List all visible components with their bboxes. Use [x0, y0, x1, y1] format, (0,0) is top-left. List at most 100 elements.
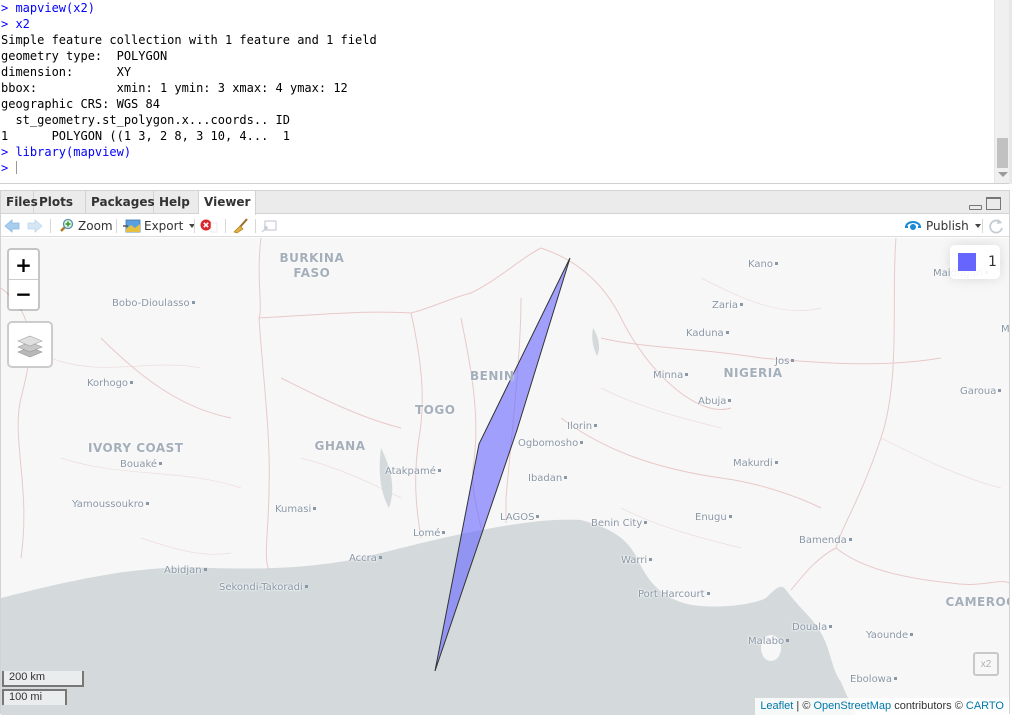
- city-label: Abidjan: [164, 565, 207, 576]
- export-dropdown[interactable]: Export: [123, 215, 196, 237]
- country-label: NIGERIA: [723, 366, 783, 380]
- console-scrollbar-thumb[interactable]: [997, 138, 1008, 168]
- tab-help[interactable]: Help: [154, 191, 199, 214]
- viewer-toolbar: Zoom Export Publish: [1, 215, 1009, 237]
- city-label: Lomé: [413, 528, 445, 539]
- tab-plots[interactable]: Plots: [34, 191, 86, 214]
- city-label: Atakpamé: [385, 466, 441, 477]
- console-prompt[interactable]: >: [1, 160, 377, 176]
- new-window-icon: [261, 220, 277, 233]
- city-label: Kaduna: [686, 328, 729, 339]
- show-in-new-window-button[interactable]: [261, 215, 277, 237]
- console-line: > mapview(x2): [1, 1, 95, 15]
- maximize-pane-button[interactable]: [986, 197, 1001, 210]
- city-label: Makurdi: [733, 458, 778, 469]
- minimize-pane-button[interactable]: [969, 205, 982, 210]
- export-image-icon: [123, 219, 141, 233]
- layers-control-button[interactable]: [7, 321, 53, 368]
- city-label: Accra: [349, 553, 382, 564]
- publish-icon: [905, 221, 921, 230]
- console-line: Simple feature collection with 1 feature…: [1, 33, 377, 47]
- refresh-icon: [989, 219, 1003, 234]
- city-label: Sekondi-Takoradi: [219, 582, 308, 593]
- back-arrow-icon: [4, 219, 20, 233]
- city-label: Abuja: [698, 396, 731, 407]
- console-scrollbar[interactable]: [994, 0, 1009, 183]
- refresh-button[interactable]: [988, 215, 1004, 237]
- city-label: Korhogo: [87, 378, 133, 389]
- clear-all-button[interactable]: [233, 215, 249, 237]
- text-cursor: [16, 161, 18, 174]
- gulf-of-guinea: [1, 519, 856, 715]
- attrib-sep: | ©: [793, 700, 814, 712]
- zoom-in-button[interactable]: +: [9, 250, 38, 279]
- country-label: BURKINA FASO: [279, 251, 345, 280]
- city-label: Zaria: [712, 300, 743, 311]
- city-label: Yamoussoukro: [72, 499, 149, 510]
- city-label: Garoua: [960, 386, 1001, 397]
- city-label: LAGOS: [500, 512, 539, 523]
- city-label: Enugu: [695, 512, 732, 523]
- console-output: > mapview(x2) > x2 Simple feature collecti…: [1, 0, 377, 176]
- scale-bar-mi: 100 mi: [2, 689, 67, 705]
- scroll-down-arrow-icon[interactable]: [998, 172, 1008, 177]
- scale-bar-km: 200 km: [2, 671, 84, 687]
- zoom-control: + −: [7, 248, 40, 311]
- console-line: bbox: xmin: 1 ymin: 3 xmax: 4 ymax: 12: [1, 81, 348, 95]
- export-label: Export: [144, 219, 184, 233]
- attrib-contrib: contributors ©: [891, 700, 966, 712]
- forward-button[interactable]: [27, 215, 43, 237]
- city-label: Kumasi: [275, 504, 316, 515]
- chevron-down-icon: [974, 224, 981, 228]
- broom-icon: [233, 218, 248, 234]
- city-label: Kano: [748, 259, 778, 270]
- console-line: > x2: [1, 17, 30, 31]
- country-label: TOGO: [415, 403, 456, 417]
- city-label: Bouaké: [120, 459, 162, 470]
- zoom-magnifier-icon: [60, 218, 74, 232]
- country-label: IVORY COAST: [88, 441, 184, 455]
- publish-label: Publish: [926, 219, 969, 233]
- city-label: Port Harcourt: [638, 589, 710, 600]
- city-label: Ebolowa: [850, 674, 897, 685]
- console-line: geographic CRS: WGS 84: [1, 97, 160, 111]
- r-console[interactable]: > mapview(x2) > x2 Simple feature collecti…: [0, 0, 1012, 184]
- country-label: CAMEROO: [945, 595, 1010, 609]
- city-label: Bamenda: [799, 535, 852, 546]
- legend-swatch: [958, 253, 976, 271]
- leaflet-map[interactable]: BURKINA FASO BENIN TOGO NIGERIA IVORY COAST G…: [1, 238, 1009, 715]
- osm-link[interactable]: OpenStreetMap: [813, 700, 891, 712]
- basemap: [1, 238, 1009, 715]
- city-label: Ogbomosho: [518, 438, 583, 449]
- city-label: Minna: [653, 370, 688, 381]
- viewer-pane: Files Plots Packages Help Viewer Zoom Ex…: [0, 190, 1010, 715]
- console-line: 1 POLYGON ((1 3, 2 8, 3 10, 4... 1: [1, 129, 290, 143]
- city-label: Bobo-Dioulasso: [112, 298, 195, 309]
- forward-arrow-icon: [27, 219, 43, 233]
- layer-name-control[interactable]: x2: [973, 652, 999, 676]
- clear-viewer-button[interactable]: [200, 215, 218, 237]
- city-label: Ilorin: [567, 421, 597, 432]
- zoom-label: Zoom: [78, 219, 113, 233]
- map-attribution: Leaflet | © OpenStreetMap contributors ©…: [755, 698, 1009, 715]
- legend-label: 1: [988, 254, 997, 270]
- city-label: Benin City: [591, 518, 647, 529]
- tab-packages[interactable]: Packages: [86, 191, 155, 214]
- city-label: Warri: [621, 555, 652, 566]
- back-button[interactable]: [4, 215, 20, 237]
- console-line: st_geometry.st_polygon.x...coords.. ID: [1, 113, 290, 127]
- zoom-button[interactable]: Zoom: [58, 215, 113, 237]
- layers-icon: [17, 335, 43, 357]
- carto-link[interactable]: CARTO: [966, 700, 1004, 712]
- tab-viewer[interactable]: Viewer: [199, 191, 256, 215]
- zoom-out-button[interactable]: −: [9, 279, 38, 308]
- city-label: Jos: [775, 356, 794, 367]
- pane-tabbar: Files Plots Packages Help Viewer: [1, 191, 1009, 215]
- country-label: GHANA: [314, 439, 366, 453]
- console-line: geometry type: POLYGON: [1, 49, 168, 63]
- tab-files[interactable]: Files: [1, 191, 38, 214]
- leaflet-link[interactable]: Leaflet: [760, 700, 793, 712]
- publish-dropdown[interactable]: Publish: [904, 215, 981, 237]
- city-label: Ibadan: [528, 473, 567, 484]
- console-line: > library(mapview): [1, 145, 132, 159]
